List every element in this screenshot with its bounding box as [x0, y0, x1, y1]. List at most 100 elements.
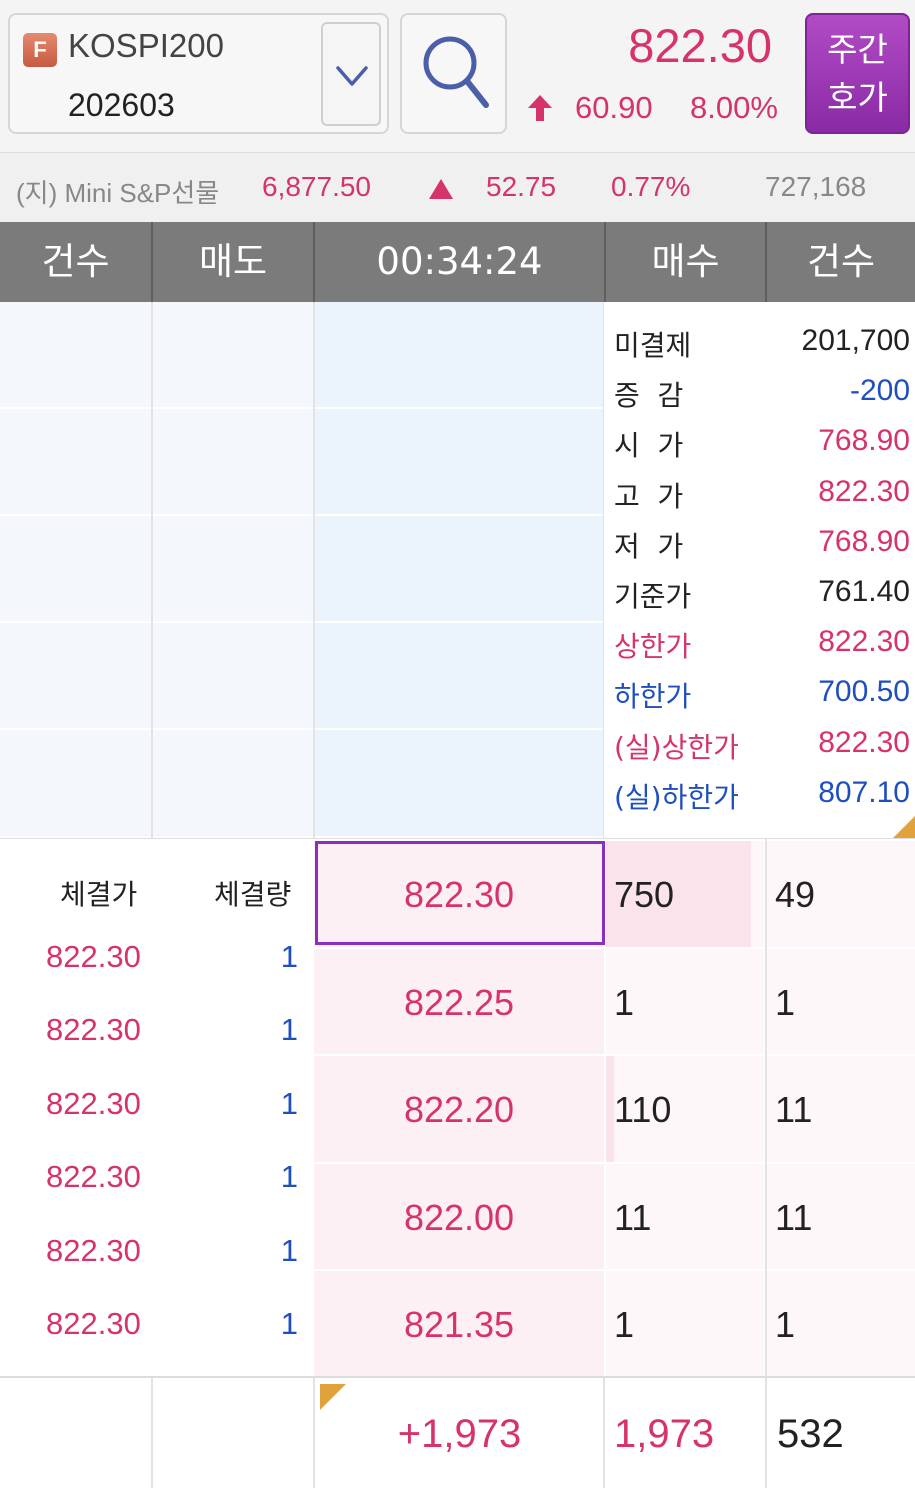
orderbook-footer: +1,973 1,973 532 [0, 1376, 915, 1488]
ticker-change: 52.75 [486, 171, 557, 202]
ticker-price: 6,877.50 [262, 171, 371, 202]
trade-row: 822.30 1 [0, 1159, 312, 1233]
info-row: 상한가 822.30 [604, 617, 915, 667]
bid-qty-cell[interactable]: 750 [606, 841, 764, 949]
header: F KOSPI200 202603 822.30 60.90 8.00% 주간 … [0, 0, 915, 152]
time-header: 00:34:24 [376, 240, 543, 283]
market-info-panel: 미결제 201,700 증 감 -200 시 가 768.90 고 가 822.30 저 가 76… [604, 302, 915, 838]
ask-price-cell[interactable] [315, 730, 603, 838]
ask-qty-cell [153, 302, 313, 409]
bid-qty: 1 [614, 981, 635, 1023]
net-residual-total: +1,973 [397, 1412, 522, 1456]
ask-count-cell [0, 730, 151, 838]
bid-price-cell[interactable]: 822.20 [314, 1056, 604, 1164]
info-row: 고 가 822.30 [604, 467, 915, 517]
ask-price-cell[interactable] [315, 409, 603, 516]
search-button[interactable] [400, 13, 507, 134]
bid-price-cell[interactable]: 821.35 [314, 1271, 604, 1379]
symbol-selector[interactable]: F KOSPI200 202603 [8, 13, 389, 134]
trade-qty: 1 [280, 1306, 298, 1341]
corner-marker-icon [893, 816, 915, 838]
info-row: (실)하한가 807.10 [604, 768, 915, 818]
price-change-rate: 8.00% [690, 90, 778, 125]
bid-orderbook: 체결가 체결량 822.30 1 822.30 1 822.30 1 822.30 1 822.… [0, 838, 915, 1379]
trade-price: 822.30 [46, 1232, 141, 1268]
bid-qty-cell[interactable]: 1 [606, 1271, 764, 1379]
symbol-code: 202603 [68, 87, 175, 123]
bid-qty: 750 [614, 874, 675, 915]
info-value: 768.90 [818, 524, 910, 558]
trade-row: 822.30 1 [0, 1306, 312, 1380]
info-row: 미결제 201,700 [604, 316, 915, 366]
trade-row: 822.30 1 [0, 1233, 312, 1307]
ticker-name: (지) Mini S&P선물 [16, 178, 220, 208]
info-label: 저 가 [614, 529, 684, 563]
trade-row: 822.30 1 [0, 939, 312, 1013]
ask-price-cell[interactable] [315, 516, 603, 623]
ask-count-cell [0, 302, 151, 409]
info-row: 기준가 761.40 [604, 567, 915, 617]
ask-qty-cell [153, 623, 313, 730]
bid-price-cell[interactable]: 822.00 [314, 1163, 604, 1271]
ask-qty-cell [153, 730, 313, 838]
ask-orderbook: 미결제 201,700 증 감 -200 시 가 768.90 고 가 822.30 저 가 76… [0, 302, 915, 838]
related-ticker-bar[interactable]: (지) Mini S&P선물 6,877.50 52.75 0.77% 727,… [0, 152, 915, 222]
bid-price-cell[interactable]: 822.25 [314, 948, 604, 1056]
bid-qty-cell[interactable]: 1 [606, 948, 764, 1056]
bid-qty-bar [606, 1056, 614, 1162]
triangle-up-icon [428, 175, 454, 207]
weekly-quote-label-line2: 호가 [827, 78, 888, 117]
trade-price: 822.30 [46, 1012, 141, 1048]
info-label: 기준가 [614, 580, 692, 613]
orderbook-column-header: 건수 매도 00:34:24 매수 건수 [0, 222, 915, 302]
trade-qty: 1 [280, 1232, 298, 1268]
trade-qty: 1 [280, 1012, 298, 1048]
symbol-dropdown-button[interactable] [321, 22, 381, 126]
weekly-quote-label-line1: 주간 [827, 30, 888, 69]
ask-price-cell[interactable] [315, 302, 603, 409]
info-row: (실)상한가 822.30 [604, 718, 915, 768]
up-arrow-icon [528, 95, 552, 121]
trade-price: 822.30 [46, 939, 141, 974]
ask-qty-cell [153, 516, 313, 623]
bid-count: 1 [767, 948, 915, 1056]
bid-residual-total: 1,973 [614, 1412, 715, 1456]
info-value: 822.30 [818, 725, 910, 759]
ask-price-cell[interactable] [315, 623, 603, 730]
info-value: 201,700 [801, 324, 910, 357]
info-row: 저 가 768.90 [604, 517, 915, 567]
ask-count-cell [0, 623, 151, 730]
trade-price: 822.30 [46, 1159, 141, 1195]
bid-qty: 1 [614, 1304, 635, 1345]
bid-count: 11 [767, 1056, 915, 1164]
ask-count-header: 건수 [41, 240, 110, 283]
info-row: 하한가 700.50 [604, 667, 915, 717]
futures-badge-icon: F [23, 33, 57, 67]
info-value: 761.40 [818, 575, 910, 608]
ticker-volume: 727,168 [765, 171, 867, 202]
info-label: 시 가 [614, 429, 684, 463]
info-value: 700.50 [818, 675, 910, 709]
bid-qty: 110 [614, 1089, 672, 1130]
search-icon [423, 36, 489, 108]
bid-qty: 11 [614, 1196, 652, 1238]
trade-row: 822.30 1 [0, 1012, 312, 1086]
info-value: 807.10 [818, 775, 910, 809]
trade-price: 822.30 [46, 1306, 141, 1341]
info-label: 고 가 [614, 479, 684, 513]
bid-qty-cell[interactable]: 11 [606, 1163, 764, 1271]
info-label: 증 감 [614, 379, 684, 413]
bid-header: 매수 [651, 240, 720, 283]
bid-count: 11 [767, 1163, 915, 1271]
info-label: 미결제 [614, 329, 692, 362]
trade-qty: 1 [280, 1085, 298, 1121]
chevron-down-icon [336, 66, 368, 86]
weekly-quote-button[interactable]: 주간 호가 [805, 13, 910, 134]
trade-qty: 1 [280, 1159, 298, 1195]
info-label: 하한가 [614, 680, 692, 714]
bid-count: 49 [767, 841, 915, 949]
current-price: 822.30 [628, 19, 772, 72]
info-label: (실)상한가 [614, 730, 739, 764]
bid-qty-cell[interactable]: 110 [606, 1056, 764, 1164]
ask-count-cell [0, 516, 151, 623]
